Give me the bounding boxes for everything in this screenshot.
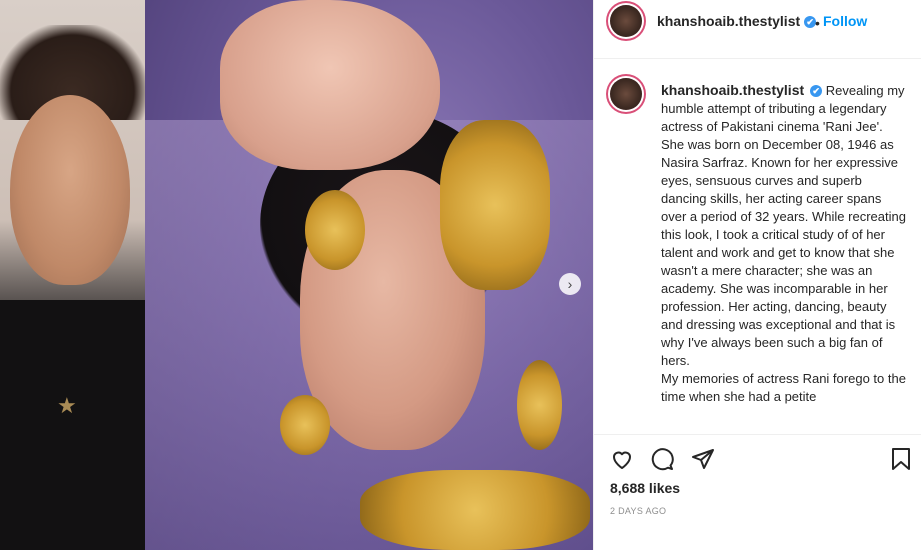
post-media[interactable]: ★ › [0,0,593,550]
post-header: khanshoaib.thestylist ✔ • Follow [594,0,921,59]
avatar[interactable] [610,5,642,37]
separator-dot: • [815,15,820,31]
earring-right [517,360,562,450]
save-icon[interactable] [890,447,912,471]
post-side-panel: khanshoaib.thestylist ✔ • Follow khanshoa… [593,0,921,550]
caption-paragraph-2: My memories of actress Rani forego to th… [661,371,906,404]
after-hand [220,0,440,170]
before-face [10,95,130,285]
after-photo [145,0,593,550]
header-username[interactable]: khanshoaib.thestylist ✔ [657,13,817,29]
caption-username[interactable]: khanshoaib.thestylist [661,82,804,98]
heart-icon[interactable] [610,447,634,471]
chevron-right-icon: › [567,276,573,292]
header-username-text[interactable]: khanshoaib.thestylist [657,13,800,29]
next-image-button[interactable]: › [559,273,581,295]
likes-count[interactable]: 8,688 likes [610,480,680,496]
post-actions: 8,688 likes 2 DAYS AGO [594,434,921,551]
caption-scroll-area[interactable]: khanshoaib.thestylist ✔ Revealing my humb… [594,59,921,434]
before-shirt [0,300,145,550]
before-photo: ★ [0,0,145,550]
caption-avatar[interactable] [610,78,642,110]
verified-badge-icon: ✔ [810,85,823,97]
follow-button[interactable]: Follow [823,13,867,29]
headpiece-jewelry [440,120,550,290]
earring-left [280,395,330,455]
star-pendant: ★ [57,393,77,418]
post-timestamp[interactable]: 2 DAYS AGO [610,506,666,516]
share-icon[interactable] [691,447,715,471]
caption: khanshoaib.thestylist ✔ Revealing my humb… [661,81,906,406]
comment-icon[interactable] [650,447,674,471]
maang-tikka [305,190,365,270]
caption-text-1: Revealing my humble attempt of tributing… [661,83,906,368]
caption-paragraph-1: khanshoaib.thestylist ✔ Revealing my humb… [661,81,906,370]
necklace [360,470,590,550]
